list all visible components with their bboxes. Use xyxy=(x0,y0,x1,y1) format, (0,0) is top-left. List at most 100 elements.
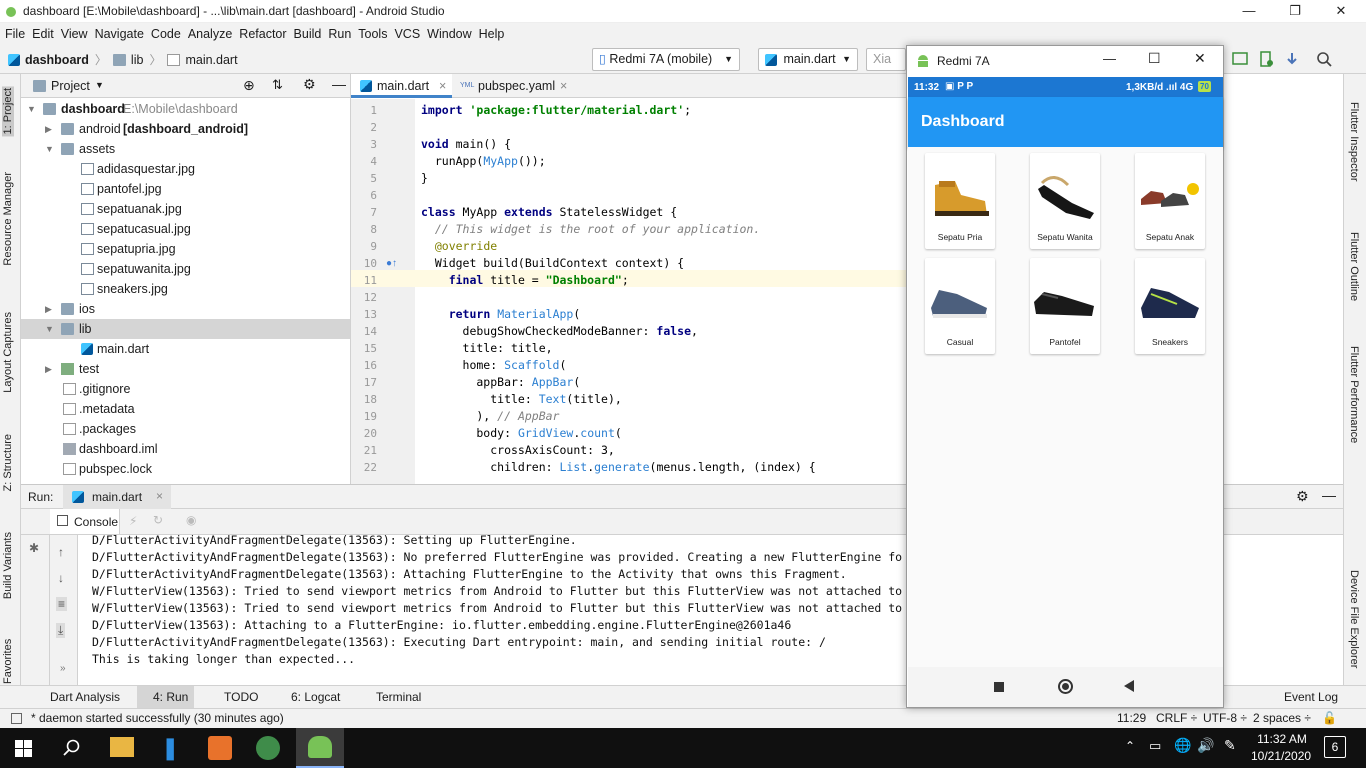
product-card[interactable]: Pantofel xyxy=(1030,258,1100,354)
chevron-down-icon[interactable]: ▼ xyxy=(95,80,104,90)
hot-restart-icon[interactable]: ↻ xyxy=(153,513,163,527)
tree-item-file[interactable]: sepatupria.jpg xyxy=(21,239,350,259)
menu-analyze[interactable]: Analyze xyxy=(185,23,235,45)
tree-item-file[interactable]: main.dart xyxy=(21,339,350,359)
tool-tab-dart-analysis[interactable]: Dart Analysis xyxy=(34,686,120,709)
product-card[interactable]: Casual xyxy=(925,258,995,354)
override-marker-icon[interactable]: ●↑ xyxy=(386,258,397,269)
hide-icon[interactable]: — xyxy=(1322,487,1336,503)
tool-tab-project[interactable]: 1: Project xyxy=(2,86,14,137)
clock-date[interactable]: 10/21/2020 xyxy=(1251,749,1311,763)
tree-item-root[interactable]: ▼ dashboard E:\Mobile\dashboard xyxy=(21,99,350,119)
windows-start-icon[interactable] xyxy=(15,740,32,757)
console-tab[interactable]: Console xyxy=(50,509,120,534)
tool-tab-todo[interactable]: TODO xyxy=(208,686,258,709)
close-icon[interactable]: × xyxy=(156,489,163,503)
more-icon[interactable]: » xyxy=(60,663,66,674)
tree-item-file[interactable]: dashboard.iml xyxy=(21,439,350,459)
tool-tab-event-log[interactable]: Event Log xyxy=(1268,686,1338,709)
android-studio-icon[interactable] xyxy=(256,736,280,760)
tool-tab-flutter-performance[interactable]: Flutter Performance xyxy=(1348,346,1360,443)
file-explorer-icon[interactable] xyxy=(110,737,134,757)
tool-tab-layout-captures[interactable]: Layout Captures xyxy=(2,312,14,393)
tree-item-file[interactable]: .gitignore xyxy=(21,379,350,399)
volume-icon[interactable]: 🔊 xyxy=(1197,737,1214,754)
caret-position[interactable]: 11:29 xyxy=(1117,709,1146,728)
close-icon[interactable]: × xyxy=(439,74,446,98)
indent-setting[interactable]: 2 spaces ÷ xyxy=(1253,709,1311,728)
project-view-selector[interactable]: Project xyxy=(51,79,90,93)
line-separator[interactable]: CRLF ÷ xyxy=(1156,709,1197,728)
lock-icon[interactable]: 🔓 xyxy=(1322,709,1337,728)
vscode-icon[interactable]: ❚ xyxy=(161,736,185,760)
clock-time[interactable]: 11:32 AM xyxy=(1256,732,1308,746)
devtools-icon[interactable]: ◉ xyxy=(186,513,196,527)
search-icon[interactable] xyxy=(1316,51,1332,67)
tool-tab-resource-manager[interactable]: Resource Manager xyxy=(2,172,14,266)
scroll-to-end-icon[interactable]: ⤓ xyxy=(56,623,66,638)
menu-view[interactable]: View xyxy=(58,23,91,45)
emulator-taskbar-button[interactable] xyxy=(296,728,344,768)
run-config-tab[interactable]: main.dart × xyxy=(63,485,171,509)
menu-refactor[interactable]: Refactor xyxy=(236,23,289,45)
tree-item-android[interactable]: ▶ android [dashboard_android] xyxy=(21,119,350,139)
menu-edit[interactable]: Edit xyxy=(29,23,57,45)
product-card[interactable]: Sepatu Anak xyxy=(1135,153,1205,249)
run-config-selector[interactable]: main.dart ▼ xyxy=(758,48,858,71)
collapse-all-icon[interactable]: ⇅ xyxy=(272,77,283,93)
home-button[interactable] xyxy=(1058,679,1073,694)
lightning-icon[interactable]: ⚡ xyxy=(129,514,137,528)
recent-apps-button[interactable] xyxy=(994,682,1004,692)
tab-pubspec[interactable]: YML pubspec.yaml × xyxy=(452,74,580,98)
close-button[interactable]: ✕ xyxy=(1194,50,1206,67)
menu-tools[interactable]: Tools xyxy=(355,23,390,45)
menu-vcs[interactable]: VCS xyxy=(391,23,423,45)
tree-item-file[interactable]: .packages xyxy=(21,419,350,439)
minimize-button[interactable]: — xyxy=(1103,51,1116,66)
file-encoding[interactable]: UTF-8 ÷ xyxy=(1203,709,1247,728)
menu-code[interactable]: Code xyxy=(148,23,184,45)
tree-item-test[interactable]: ▶ test xyxy=(21,359,350,379)
tool-tab-flutter-outline[interactable]: Flutter Outline xyxy=(1348,232,1360,301)
breadcrumb-project[interactable]: dashboard xyxy=(25,53,89,67)
sdk-selector[interactable]: Xia xyxy=(866,48,906,71)
tool-tab-device-file-explorer[interactable]: Device File Explorer xyxy=(1348,570,1360,668)
xampp-icon[interactable] xyxy=(208,736,232,760)
tree-item-lib[interactable]: ▼ lib xyxy=(21,319,350,339)
arrow-down-icon[interactable]: ↓ xyxy=(58,571,64,585)
tree-item-ios[interactable]: ▶ ios xyxy=(21,299,350,319)
menu-build[interactable]: Build xyxy=(291,23,325,45)
tool-tab-logcat[interactable]: 6: Logcat xyxy=(275,686,340,709)
tool-tab-build-variants[interactable]: Build Variants xyxy=(2,532,14,599)
sdk-manager-icon[interactable] xyxy=(1258,51,1274,67)
product-card[interactable]: Sepatu Pria xyxy=(925,153,995,249)
tree-item-file[interactable]: sneakers.jpg xyxy=(21,279,350,299)
tree-item-file[interactable]: .metadata xyxy=(21,399,350,419)
maximize-button[interactable]: ☐ xyxy=(1148,50,1161,67)
product-card[interactable]: Sneakers xyxy=(1135,258,1205,354)
device-manager-icon[interactable] xyxy=(1232,51,1248,67)
network-icon[interactable]: 🌐 xyxy=(1174,737,1191,754)
tree-item-file[interactable]: adidasquestar.jpg xyxy=(21,159,350,179)
close-icon[interactable]: × xyxy=(560,74,567,98)
device-selector[interactable]: ▯ Redmi 7A (mobile) ▼ xyxy=(592,48,740,71)
battery-icon[interactable]: ▭ xyxy=(1149,738,1161,754)
menu-help[interactable]: Help xyxy=(476,23,508,45)
gear-icon[interactable]: ⚙ xyxy=(1296,488,1309,505)
hide-icon[interactable]: — xyxy=(332,76,346,92)
menu-window[interactable]: Window xyxy=(424,23,474,45)
pen-icon[interactable]: ✎ xyxy=(1224,737,1236,754)
tool-tab-favorites[interactable]: Favorites xyxy=(2,639,14,684)
locate-icon[interactable]: ⊕ xyxy=(243,77,255,94)
tool-tab-terminal[interactable]: Terminal xyxy=(360,686,421,709)
gear-icon[interactable]: ⚙ xyxy=(303,76,316,93)
tree-item-file[interactable]: sepatuanak.jpg xyxy=(21,199,350,219)
soft-wrap-icon[interactable]: ≡ xyxy=(56,597,68,611)
arrow-up-icon[interactable]: ↑ xyxy=(58,545,64,559)
product-card[interactable]: Sepatu Wanita xyxy=(1030,153,1100,249)
breadcrumb-file[interactable]: main.dart xyxy=(185,53,237,67)
download-icon[interactable] xyxy=(1284,51,1300,67)
menu-run[interactable]: Run xyxy=(325,23,354,45)
tool-tab-run[interactable]: 4: Run xyxy=(137,686,195,709)
minimize-button[interactable]: — xyxy=(1226,0,1272,23)
